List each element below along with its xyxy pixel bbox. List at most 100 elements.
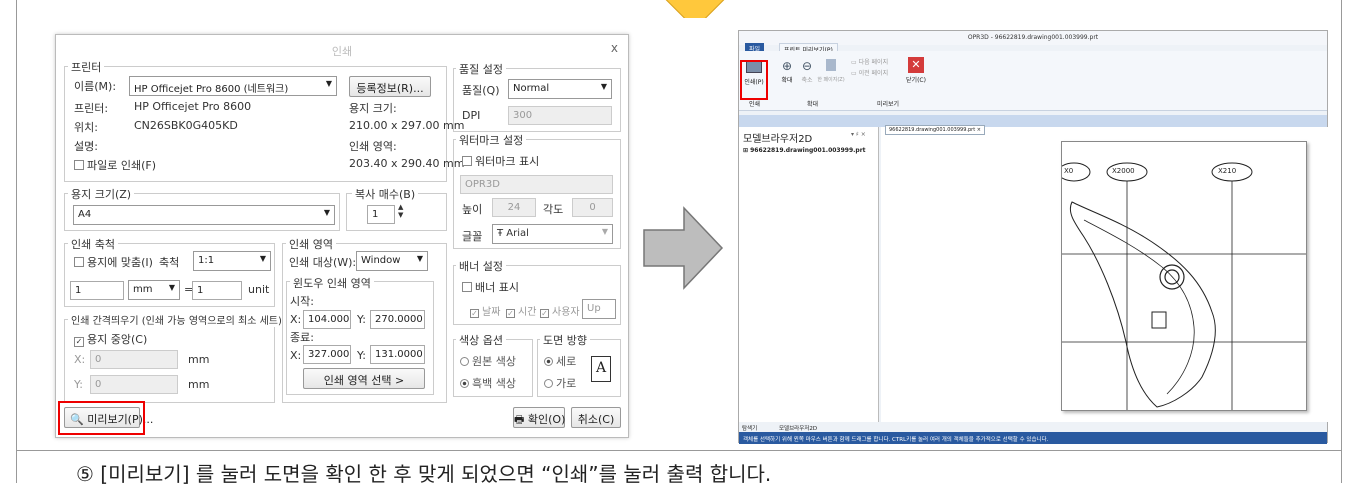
printer-name-select[interactable]: HP Officejet Pro 8600 (네트워크) ▼: [129, 76, 337, 96]
select-print-area-button[interactable]: 인쇄 영역 선택 >: [303, 368, 425, 389]
printer-label: 프린터:: [74, 102, 109, 115]
drawing-canvas[interactable]: 96622819.drawing001.003999.prt × X0 X200…: [881, 125, 1329, 422]
start-y-value: 270.0000: [375, 314, 423, 325]
start-x-input[interactable]: 104.0000: [303, 310, 351, 329]
close-icon[interactable]: x: [611, 41, 618, 55]
balloon-label-x2000: X2000: [1112, 167, 1135, 175]
copies-stepper[interactable]: 1: [367, 205, 395, 224]
banner-user-label: 사용자: [552, 307, 580, 318]
close-preview-button[interactable]: ✕ 닫기(C): [905, 57, 927, 84]
end-y-input[interactable]: 131.0000: [370, 345, 425, 364]
printer-name-value: HP Officejet Pro 8600 (네트워크): [134, 84, 289, 95]
height-input[interactable]: 24: [492, 198, 536, 217]
fit-to-paper-checkbox[interactable]: 용지에 맞춤(I): [74, 254, 153, 270]
ok-button[interactable]: 🖶 확인(O): [513, 407, 565, 428]
print-dialog: 인쇄 x 프린터 이름(M): HP Officejet Pro 8600 (네…: [55, 34, 629, 438]
font-select[interactable]: Ŧ Arial ▼: [492, 224, 613, 244]
copies-value: 1: [372, 209, 379, 220]
page-orientation-icon: A: [591, 356, 611, 382]
tab-model-browser[interactable]: 모델브라우저2D: [779, 424, 817, 432]
portrait-radio[interactable]: 세로: [544, 353, 576, 369]
scale-select[interactable]: 1:1 ▼: [193, 251, 271, 271]
printer-group-label: 프린터: [68, 59, 105, 75]
radio-icon: [460, 357, 469, 366]
start-x-value: 104.0000: [308, 314, 351, 325]
banner-time-label: 시간: [518, 307, 537, 318]
offset-x-input[interactable]: 0: [90, 350, 178, 369]
banner-show-checkbox[interactable]: 배너 표시: [462, 279, 519, 295]
print-target-select[interactable]: Window ▼: [356, 251, 428, 271]
landscape-label: 가로: [556, 377, 577, 390]
scale-label: 축척: [159, 256, 180, 269]
print-area-value: 203.40 x 290.40 mm: [349, 157, 465, 170]
offset-x-unit: mm: [188, 353, 210, 366]
unit-label: unit: [248, 283, 270, 296]
start-label: 시작:: [290, 295, 314, 308]
checkbox-icon: [74, 257, 84, 267]
landscape-radio[interactable]: 가로: [544, 375, 576, 391]
balloon-label-x0: X0: [1064, 167, 1074, 175]
banner-user-checkbox[interactable]: ✓ 사용자: [540, 303, 580, 318]
watermark-show-checkbox[interactable]: 워터마크 표시: [462, 153, 539, 169]
tab-explorer[interactable]: 탐색기: [742, 424, 757, 432]
document-tab-label: 96622819.drawing001.003999.prt: [889, 127, 976, 133]
cancel-button[interactable]: 취소(C): [571, 407, 621, 428]
zoom-out-button[interactable]: ⊖ 축소: [797, 59, 817, 84]
banner-position-select[interactable]: Up: [582, 299, 616, 319]
chevron-down-icon: ▼: [600, 82, 607, 91]
ok-button-label: 확인(O): [527, 413, 566, 426]
chevron-down-icon: ▼: [601, 227, 608, 236]
prev-page-button[interactable]: ▭ 이전 페이지: [851, 68, 888, 77]
scale-left-input[interactable]: 1: [70, 281, 124, 300]
bw-color-radio[interactable]: 흑백 색상: [460, 375, 516, 391]
chevron-down-icon: ▼: [259, 254, 266, 263]
one-page-button[interactable]: 한 페이지(Z): [817, 59, 845, 83]
scale-unit-select[interactable]: mm ▼: [128, 280, 180, 300]
quality-value: Normal: [513, 83, 550, 94]
watermark-text-input[interactable]: OPR3D: [460, 175, 613, 194]
panel-controls[interactable]: ▾ ♯ ×: [851, 131, 866, 138]
center-on-paper-checkbox[interactable]: ✓ 용지 중앙(C): [74, 331, 147, 347]
scale-group-label: 인쇄 축척: [68, 236, 118, 252]
print-to-file-checkbox[interactable]: 파일로 인쇄(F): [74, 157, 156, 173]
tree-item[interactable]: ⊞ 96622819.drawing001.003999.prt: [743, 147, 866, 154]
ribbon: 인쇄(P) ⊕ 확대 ⊖ 축소 한 페이지(Z) ▭ 다음 페이지 ▭ 이전 페이지…: [739, 51, 1327, 111]
ribbon-group-print: 인쇄: [749, 101, 761, 108]
next-page-button[interactable]: ▭ 다음 페이지: [851, 57, 888, 66]
start-y-label: Y:: [357, 313, 366, 326]
print-to-file-label: 파일로 인쇄(F): [87, 159, 157, 172]
zoom-in-button[interactable]: ⊕ 확대: [777, 59, 797, 84]
close-preview-label: 닫기(C): [906, 77, 926, 84]
paper-size-value: 210.00 x 297.00 mm: [349, 119, 465, 132]
font-value: Arial: [506, 228, 529, 239]
original-color-label: 원본 색상: [472, 355, 516, 368]
banner-date-label: 날짜: [482, 307, 501, 318]
angle-input[interactable]: 0: [572, 198, 613, 217]
stepper-arrows-icon[interactable]: ▲ ▼: [398, 203, 403, 219]
print-target-value: Window: [361, 255, 401, 266]
caption-divider: [16, 450, 1342, 451]
banner-time-checkbox[interactable]: ✓ 시간: [506, 303, 536, 318]
paper-size-select[interactable]: A4 ▼: [73, 205, 335, 225]
banner-date-checkbox[interactable]: ✓ 날짜: [470, 303, 500, 318]
offset-y-input[interactable]: 0: [90, 375, 178, 394]
prev-page-label: 이전 페이지: [858, 70, 889, 77]
print-highlight-box: [740, 60, 768, 100]
quality-select[interactable]: Normal ▼: [508, 79, 612, 99]
document-tab[interactable]: 96622819.drawing001.003999.prt ×: [885, 125, 985, 135]
center-on-paper-label: 용지 중앙(C): [87, 333, 148, 346]
scale-right-input[interactable]: 1: [192, 281, 242, 300]
end-x-input[interactable]: 327.0000: [303, 345, 351, 364]
zoom-in-label: 확대: [781, 77, 793, 84]
close-icon[interactable]: ×: [975, 127, 981, 133]
orientation-icon-letter: A: [595, 360, 607, 376]
dpi-input[interactable]: 300: [508, 106, 612, 125]
start-y-input[interactable]: 270.0000: [370, 310, 425, 329]
printer-properties-button[interactable]: 등록정보(R)...: [349, 76, 431, 97]
original-color-radio[interactable]: 원본 색상: [460, 353, 516, 369]
angle-value: 0: [589, 202, 596, 213]
model-browser-panel: 모델브라우저2D ▾ ♯ × ⊞ 96622819.drawing001.003…: [739, 127, 879, 422]
paper-size-select-value: A4: [78, 209, 92, 220]
portrait-label: 세로: [556, 355, 577, 368]
checkbox-checked-icon: ✓: [470, 309, 479, 318]
